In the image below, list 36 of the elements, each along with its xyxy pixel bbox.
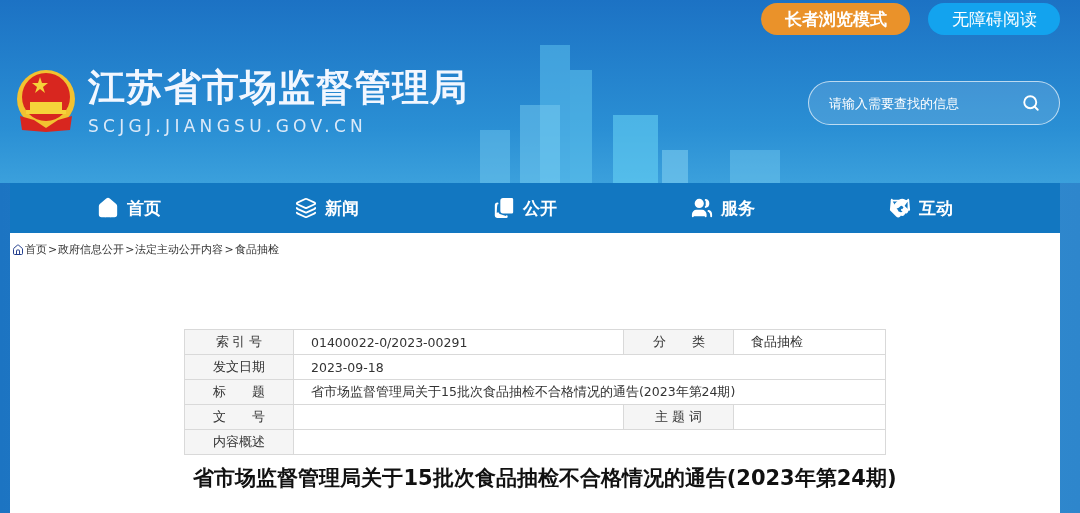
field-value: 2023-09-18 — [293, 354, 886, 380]
mode-button[interactable]: 长者浏览模式 — [761, 3, 910, 35]
field-label: 发文日期 — [184, 354, 294, 380]
search-field[interactable]: 请输入需要查找的信息 — [808, 81, 1060, 125]
breadcrumb-link[interactable]: 法定主动公开内容 — [135, 242, 224, 257]
nav-item[interactable]: 首页 — [97, 196, 161, 220]
breadcrumb-separator: > — [125, 243, 135, 256]
breadcrumb-link[interactable]: 首页 — [25, 242, 47, 257]
field-label: 内容概述 — [184, 429, 294, 455]
breadcrumb-separator: > — [48, 243, 58, 256]
field-label: 文 号 — [184, 404, 294, 430]
search-icon[interactable] — [1022, 94, 1040, 112]
home-icon — [97, 197, 119, 219]
field-value: 01400022-0/2023-00291 — [293, 329, 624, 355]
breadcrumb-link[interactable]: 政府信息公开 — [58, 242, 125, 257]
site-domain: SCJGJ.JIANGSU.GOV.CN — [88, 116, 369, 136]
article-title: 省市场监督管理局关于15批次食品抽检不合格情况的通告(2023年第24期) — [192, 465, 898, 492]
nav-item[interactable]: 新闻 — [295, 196, 359, 220]
breadcrumb-separator: > — [224, 243, 234, 256]
breadcrumb-link[interactable]: 食品抽检 — [234, 242, 279, 257]
users-icon — [691, 197, 713, 219]
nav-item[interactable]: 互动 — [889, 196, 953, 220]
site-name: 江苏省市场监督管理局 — [88, 66, 468, 110]
field-label: 索 引 号 — [184, 329, 294, 355]
field-value: 省市场监督管理局关于15批次食品抽检不合格情况的通告(2023年第24期) — [293, 379, 886, 405]
field-label: 分 类 — [623, 329, 734, 355]
field-label: 标 题 — [184, 379, 294, 405]
field-value: 食品抽检 — [733, 329, 886, 355]
nav-item[interactable]: 服务 — [691, 196, 755, 220]
layers-icon — [295, 197, 317, 219]
field-label: 主 题 词 — [623, 404, 734, 430]
books-icon — [493, 197, 515, 219]
home-icon — [12, 243, 24, 256]
mode-button[interactable]: 无障碍阅读 — [928, 3, 1060, 35]
emblem-icon — [14, 68, 78, 134]
nav-item[interactable]: 公开 — [493, 196, 557, 220]
